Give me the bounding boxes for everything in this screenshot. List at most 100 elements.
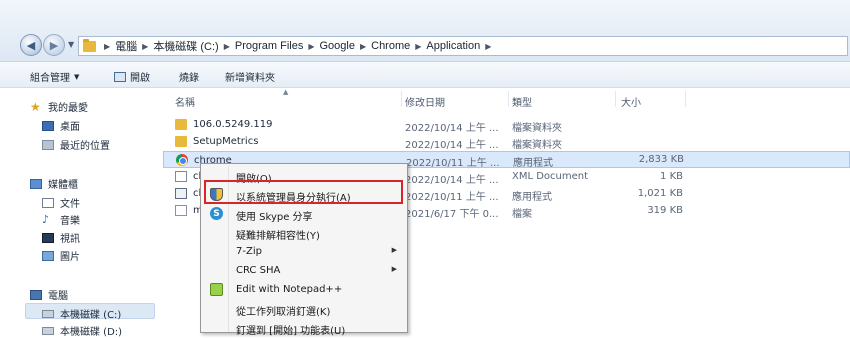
- breadcrumb-computer[interactable]: 電腦: [115, 38, 137, 54]
- file-date: 2022/10/11 上午 ...: [405, 192, 499, 203]
- caret-down-icon: ▼: [74, 72, 80, 81]
- menu-item-7zip[interactable]: 7-Zip ▶: [203, 242, 405, 261]
- column-header-date[interactable]: 修改日期: [405, 94, 445, 109]
- exe-icon: [175, 188, 187, 199]
- star-icon: ★: [30, 99, 41, 114]
- menu-item-label: CRC SHA: [236, 265, 281, 276]
- organize-button[interactable]: 組合管理 ▼: [30, 69, 80, 85]
- open-label: 開啟: [130, 73, 150, 84]
- nav-recent-places[interactable]: 最近的位置: [42, 137, 110, 152]
- nav-favorites[interactable]: ★ 我的最愛: [30, 99, 88, 115]
- drive-icon: [42, 326, 54, 335]
- open-button[interactable]: 開啟: [114, 69, 150, 84]
- nav-desktop[interactable]: 桌面: [42, 118, 80, 133]
- breadcrumb-program-files[interactable]: Program Files: [235, 40, 303, 52]
- nav-documents[interactable]: 文件: [42, 195, 80, 210]
- submenu-arrow-icon: ▶: [391, 246, 397, 254]
- computer-icon: [30, 289, 42, 300]
- libraries-icon: [30, 178, 42, 189]
- nav-libraries-label: 媒體櫃: [48, 180, 78, 191]
- nav-desktop-label: 桌面: [60, 122, 80, 133]
- column-divider[interactable]: [685, 91, 686, 107]
- column-divider[interactable]: [401, 91, 402, 107]
- chrome-icon: [176, 154, 188, 166]
- column-header-name[interactable]: 名稱: [175, 94, 195, 109]
- file-date: 2022/10/14 上午 ...: [405, 175, 499, 186]
- menu-item-label: 疑難排解相容性(Y): [236, 231, 320, 242]
- file-size: 1 KB: [660, 171, 683, 182]
- file-date: 2022/10/14 上午 ...: [405, 140, 499, 151]
- column-header-size[interactable]: 大小: [621, 94, 641, 109]
- annotation-highlight-box: [204, 180, 403, 204]
- forward-button[interactable]: ▶: [43, 34, 65, 56]
- file-icon: [175, 205, 187, 216]
- skype-icon: S: [210, 207, 223, 220]
- nav-drive-c-label: 本機磁碟 (C:): [60, 310, 122, 321]
- nav-libraries[interactable]: 媒體櫃: [30, 176, 78, 191]
- file-size: 2,833 KB: [638, 154, 684, 165]
- column-header-type[interactable]: 類型: [512, 94, 532, 109]
- file-type: 檔案資料夾: [512, 123, 562, 134]
- burn-button[interactable]: 燒錄: [179, 69, 199, 84]
- chevron-right-icon[interactable]: ▶: [104, 42, 110, 51]
- videos-icon: [42, 232, 54, 243]
- file-name-cell: SetupMetrics: [175, 136, 405, 147]
- nav-drive-d[interactable]: 本機磁碟 (D:): [42, 323, 122, 338]
- chevron-right-icon[interactable]: ▶: [308, 42, 314, 51]
- file-type: 檔案資料夾: [512, 140, 562, 151]
- breadcrumb-application[interactable]: Application: [426, 40, 480, 52]
- breadcrumb-google[interactable]: Google: [319, 40, 354, 52]
- menu-item-notepad-plus-plus[interactable]: Edit with Notepad++: [203, 280, 405, 299]
- folder-icon: [175, 136, 187, 147]
- file-size: 1,021 KB: [637, 188, 683, 199]
- file-type: 應用程式: [513, 158, 553, 169]
- music-icon: ♪: [42, 212, 50, 226]
- chevron-right-icon[interactable]: ▶: [415, 42, 421, 51]
- sort-ascending-icon: ▲: [283, 88, 289, 96]
- chevron-right-icon[interactable]: ▶: [485, 42, 491, 51]
- navigation-pane: ★ 我的最愛 桌面 最近的位置 媒體櫃 文件 ♪ 音樂 視訊 圖片 電腦 本機磁…: [0, 89, 160, 338]
- pictures-icon: [42, 250, 54, 261]
- menu-item-label: Edit with Notepad++: [236, 284, 343, 295]
- menu-item-label: 從工作列取消釘選(K): [236, 307, 331, 318]
- menu-item-pin-start[interactable]: 釘選到 [開始] 功能表(U): [203, 318, 405, 337]
- notepad-plus-plus-icon: [210, 283, 223, 296]
- nav-music-label: 音樂: [60, 216, 80, 227]
- submenu-arrow-icon: ▶: [391, 265, 397, 273]
- new-folder-button[interactable]: 新增資料夾: [225, 69, 275, 84]
- command-bar: 組合管理 ▼ 開啟 燒錄 新增資料夾: [0, 62, 850, 88]
- file-type: XML Document: [512, 171, 589, 182]
- nav-computer[interactable]: 電腦: [30, 287, 68, 302]
- file-date: 2022/10/11 上午 ...: [406, 158, 500, 169]
- nav-computer-label: 電腦: [48, 291, 68, 302]
- chevron-right-icon[interactable]: ▶: [142, 42, 148, 51]
- chevron-right-icon[interactable]: ▶: [360, 42, 366, 51]
- explorer-window: ◀ ▶ ▼ ▶ 電腦 ▶ 本機磁碟 (C:) ▶ Program Files ▶…: [0, 0, 850, 338]
- address-bar-area: ◀ ▶ ▼ ▶ 電腦 ▶ 本機磁碟 (C:) ▶ Program Files ▶…: [0, 0, 850, 62]
- menu-item-label: 使用 Skype 分享: [236, 212, 313, 223]
- nav-pictures[interactable]: 圖片: [42, 248, 80, 263]
- address-box[interactable]: ▶ 電腦 ▶ 本機磁碟 (C:) ▶ Program Files ▶ Googl…: [78, 36, 848, 56]
- folder-icon: [83, 38, 96, 52]
- drive-icon: [42, 309, 54, 318]
- file-row[interactable]: 106.0.5249.119 2022/10/14 上午 ... 檔案資料夾: [163, 117, 850, 134]
- column-divider[interactable]: [615, 91, 616, 107]
- menu-item-unpin-taskbar[interactable]: 從工作列取消釘選(K): [203, 299, 405, 318]
- breadcrumb-drive-c[interactable]: 本機磁碟 (C:): [153, 38, 218, 54]
- chevron-right-icon[interactable]: ▶: [224, 42, 230, 51]
- back-button[interactable]: ◀: [20, 34, 42, 56]
- column-divider[interactable]: [508, 91, 509, 107]
- nav-videos[interactable]: 視訊: [42, 230, 80, 245]
- recent-pages-dropdown-icon[interactable]: ▼: [68, 40, 74, 49]
- burn-label: 燒錄: [179, 73, 199, 84]
- nav-music[interactable]: ♪ 音樂: [42, 212, 80, 228]
- file-date: 2021/6/17 下午 0...: [405, 209, 499, 220]
- breadcrumb-chrome[interactable]: Chrome: [371, 40, 410, 52]
- organize-label: 組合管理: [30, 73, 70, 84]
- xml-icon: [175, 171, 187, 182]
- menu-item-share-skype[interactable]: S 使用 Skype 分享: [203, 204, 405, 223]
- menu-item-crc-sha[interactable]: CRC SHA ▶: [203, 261, 405, 280]
- nav-drive-c[interactable]: 本機磁碟 (C:): [42, 306, 121, 321]
- file-row[interactable]: SetupMetrics 2022/10/14 上午 ... 檔案資料夾: [163, 134, 850, 151]
- menu-item-troubleshoot-compat[interactable]: 疑難排解相容性(Y): [203, 223, 405, 242]
